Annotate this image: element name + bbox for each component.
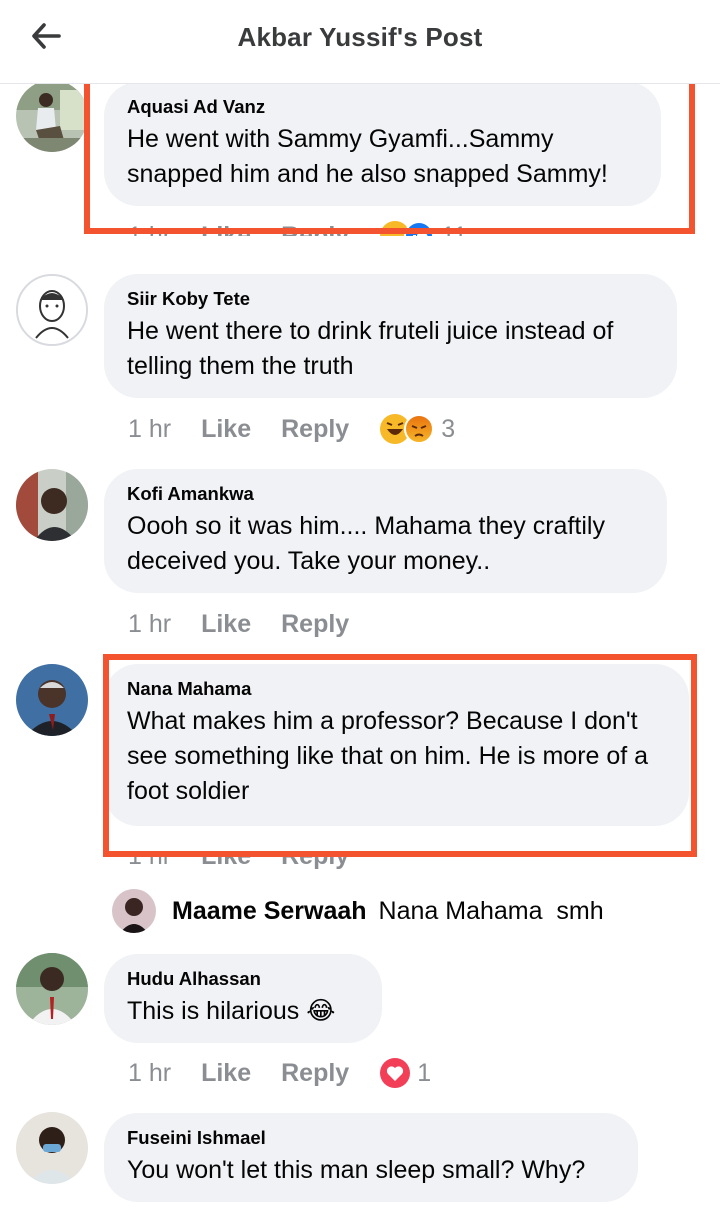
- comment-text: What makes him a professor? Because I do…: [127, 707, 649, 805]
- like-button[interactable]: Like: [201, 854, 251, 871]
- comment-time: 1 hr: [128, 1058, 172, 1087]
- avatar[interactable]: [16, 1112, 88, 1184]
- angry-face-icon: [404, 414, 435, 444]
- like-button[interactable]: Like: [201, 415, 251, 444]
- comment-actions: 1 hr Like Reply: [128, 841, 379, 876]
- comment-time: 1 hr: [128, 841, 172, 870]
- comment-bubble[interactable]: Fuseini Ishmael You won't let this man s…: [104, 1113, 638, 1202]
- love-icon: [380, 1058, 411, 1088]
- reply-button[interactable]: Reply: [281, 222, 349, 237]
- reply-preview[interactable]: Maame Serwaah Nana Mahama smh: [112, 886, 604, 936]
- page-title: Akbar Yussif's Post: [237, 22, 483, 52]
- comment-bubble[interactable]: Siir Koby Tete He went there to drink fr…: [104, 274, 677, 398]
- comment-bubble[interactable]: Hudu Alhassan This is hilarious 😂: [104, 954, 382, 1043]
- comment-text: This is hilarious 😂: [127, 997, 336, 1025]
- reactions[interactable]: 1: [379, 1057, 431, 1089]
- reaction-count: 11: [441, 221, 468, 250]
- avatar[interactable]: [16, 664, 88, 736]
- post-header: Akbar Yussif's Post: [0, 0, 720, 84]
- comment-time: 1 hr: [128, 221, 172, 250]
- comment-actions: 1 hr Like Reply 11: [128, 216, 468, 250]
- avatar[interactable]: [16, 469, 88, 541]
- avatar[interactable]: [112, 889, 156, 933]
- comment-author[interactable]: Siir Koby Tete: [127, 288, 655, 310]
- reactions[interactable]: 3: [379, 413, 455, 445]
- reply-button[interactable]: Reply: [281, 610, 349, 639]
- reply-text: Nana Mahama smh: [378, 896, 604, 925]
- comment-bubble[interactable]: Nana Mahama What makes him a professor? …: [104, 664, 689, 826]
- comment-time: 1 hr: [128, 609, 172, 638]
- comment-author[interactable]: Nana Mahama: [127, 678, 667, 700]
- avatar[interactable]: [16, 274, 88, 346]
- comment-text: Oooh so it was him.... Mahama they craft…: [127, 512, 605, 575]
- reply-button[interactable]: Reply: [281, 854, 349, 871]
- reply-author[interactable]: Maame Serwaah: [172, 897, 367, 926]
- like-button[interactable]: Like: [201, 610, 251, 639]
- comment-actions: 1 hr Like Reply 1: [128, 1053, 431, 1093]
- comment-text: He went with Sammy Gyamfi...Sammy snappe…: [127, 125, 608, 188]
- comment-author[interactable]: Aquasi Ad Vanz: [127, 96, 639, 118]
- comment-actions: 1 hr Like Reply: [128, 604, 379, 644]
- comment-bubble[interactable]: Kofi Amankwa Oooh so it was him.... Maha…: [104, 469, 667, 593]
- reply-button[interactable]: Reply: [281, 415, 349, 444]
- comment-text: He went there to drink fruteli juice ins…: [127, 317, 614, 380]
- reactions[interactable]: 11: [379, 220, 468, 250]
- avatar[interactable]: [16, 953, 88, 1025]
- avatar[interactable]: [16, 80, 88, 152]
- like-icon: [404, 221, 435, 236]
- reply-button[interactable]: Reply: [281, 1059, 349, 1088]
- reaction-count: 3: [441, 414, 456, 443]
- comment-actions: 1 hr Like Reply 3: [128, 409, 455, 449]
- comment-time: 1 hr: [128, 414, 172, 443]
- comment-author[interactable]: Hudu Alhassan: [127, 968, 360, 990]
- comment-author[interactable]: Kofi Amankwa: [127, 483, 645, 505]
- like-button[interactable]: Like: [201, 1059, 251, 1088]
- like-button[interactable]: Like: [201, 222, 251, 237]
- reaction-count: 1: [417, 1058, 432, 1087]
- comment-text: You won't let this man sleep small? Why?: [127, 1156, 586, 1184]
- comment-author[interactable]: Fuseini Ishmael: [127, 1127, 616, 1149]
- comment-bubble[interactable]: Aquasi Ad Vanz He went with Sammy Gyamfi…: [104, 82, 661, 206]
